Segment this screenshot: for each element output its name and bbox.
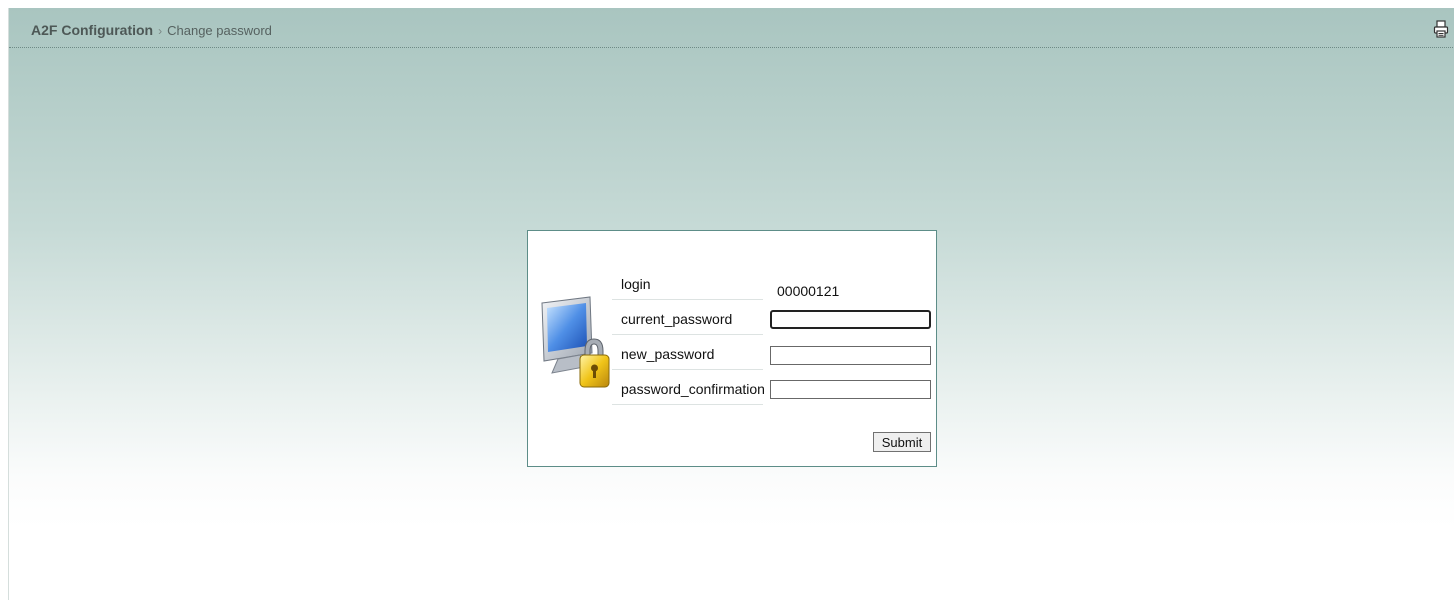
new-password-label: new_password	[621, 346, 715, 362]
page-background: A2F Configuration › Change password logi…	[8, 8, 1454, 600]
current-password-row: current_password	[612, 300, 763, 335]
submit-button[interactable]: Submit	[873, 432, 931, 452]
login-row: login	[612, 265, 763, 300]
current-password-label: current_password	[621, 311, 733, 327]
page-header: A2F Configuration › Change password	[9, 8, 1454, 48]
print-icon[interactable]	[1433, 20, 1449, 38]
new-password-input[interactable]	[770, 346, 931, 365]
breadcrumb: A2F Configuration › Change password	[31, 22, 272, 38]
login-value: 00000121	[777, 283, 840, 299]
breadcrumb-root[interactable]: A2F Configuration	[31, 22, 153, 38]
computer-lock-icon	[538, 295, 612, 391]
new-password-row: new_password	[612, 335, 763, 370]
login-label: login	[621, 276, 651, 292]
password-confirmation-input[interactable]	[770, 380, 931, 399]
password-confirmation-label: password_confirmation	[621, 381, 765, 397]
breadcrumb-separator: ›	[158, 24, 163, 38]
change-password-dialog: login 00000121 current_password new_pass…	[527, 230, 937, 467]
breadcrumb-current: Change password	[167, 23, 272, 38]
password-confirmation-row: password_confirmation	[612, 370, 765, 405]
current-password-input[interactable]	[770, 310, 931, 329]
